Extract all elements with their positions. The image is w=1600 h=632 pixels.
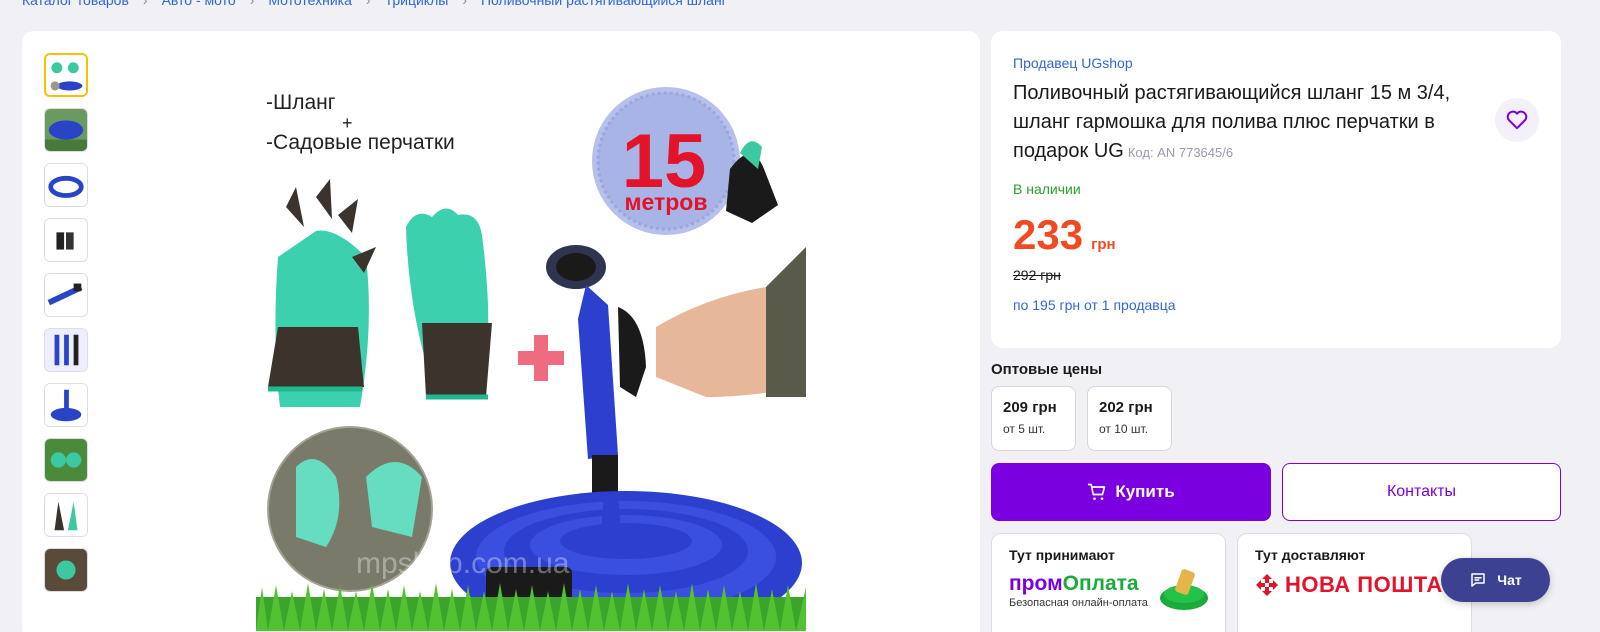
breadcrumb-item[interactable]: Поливочный растягивающийся шланг — [481, 0, 727, 8]
buy-button[interactable]: Купить — [991, 463, 1271, 521]
product-gallery: -Шланг + -Садовые перчатки 15 метров mps… — [22, 31, 980, 632]
delivery-heading: Тут доставляют — [1255, 547, 1366, 563]
nova-poshta-text: НОВА ПОШТА — [1285, 572, 1443, 597]
breadcrumb-item[interactable]: Трициклы — [385, 0, 449, 8]
price-value: 233 — [1013, 211, 1084, 258]
wholesale-tier-qty: от 10 шт. — [1099, 422, 1149, 436]
payment-heading: Тут принимают — [1009, 547, 1115, 563]
thumbnail-10[interactable] — [44, 548, 88, 592]
image-text-plus: + — [342, 113, 353, 133]
cart-icon — [1088, 483, 1106, 500]
nova-poshta-logo: НОВА ПОШТА — [1255, 572, 1454, 598]
thumbnail-8[interactable] — [44, 438, 88, 482]
contacts-button-label: Контакты — [1386, 483, 1457, 500]
breadcrumb-separator-icon: › — [462, 0, 467, 8]
breadcrumb-item[interactable]: Авто - мото — [162, 0, 236, 8]
thumbnail-4[interactable] — [44, 218, 88, 262]
nova-poshta-icon — [1256, 574, 1278, 596]
wholesale-tier-price: 202 грн — [1099, 399, 1153, 416]
promo-price-link[interactable]: по 195 грн от 1 продавца — [1013, 297, 1176, 313]
wholesale-tier-qty: от 5 шт. — [1003, 422, 1046, 436]
thumbnail-3[interactable] — [44, 163, 88, 207]
coin-icon — [1160, 569, 1208, 610]
thumbnail-list — [44, 53, 88, 592]
thumbnail-7[interactable] — [44, 383, 88, 427]
payment-card[interactable]: Тут принимают промОплата Безопасная онла… — [991, 533, 1226, 632]
chat-icon — [1471, 573, 1485, 587]
heart-icon — [1506, 110, 1528, 130]
length-badge: 15 метров — [592, 87, 740, 235]
breadcrumb-item[interactable]: Каталог товаров — [22, 0, 129, 8]
breadcrumb-separator-icon: › — [142, 0, 148, 8]
breadcrumb-separator-icon: › — [365, 0, 371, 8]
favorite-button[interactable] — [1495, 98, 1539, 142]
thumbnail-5[interactable] — [44, 273, 88, 317]
thumbnail-2[interactable] — [44, 108, 88, 152]
main-product-image[interactable]: -Шланг + -Садовые перчатки 15 метров mps… — [256, 57, 806, 632]
availability-status: В наличии — [1013, 181, 1081, 197]
contacts-button[interactable]: Контакты — [1282, 463, 1561, 521]
wholesale-tier[interactable]: 209 грн от 5 шт. — [991, 386, 1076, 451]
price-currency: грн — [1091, 236, 1116, 253]
seller-link[interactable]: Продавец UGshop — [1013, 55, 1133, 71]
badge-word: метров — [624, 189, 707, 215]
delivery-card[interactable]: Тут доставляют НОВА ПОШТА — [1237, 533, 1472, 632]
thumbnail-6[interactable] — [44, 328, 88, 372]
wholesale-title: Оптовые цены — [991, 361, 1103, 378]
product-info-card: Продавец UGshop Поливочный растягивающий… — [991, 31, 1561, 348]
image-text-hose: -Шланг — [266, 91, 336, 114]
chat-button-label: Чат — [1497, 572, 1522, 588]
current-price: 233 грн — [1013, 211, 1116, 259]
wholesale-tier-price: 209 грн — [1003, 399, 1057, 416]
product-code: Код: AN 773645/6 — [1127, 145, 1234, 160]
image-watermark: mpshop.com.ua — [356, 547, 570, 580]
breadcrumb-separator-icon: › — [249, 0, 255, 8]
breadcrumb-item[interactable]: Мототехника — [268, 0, 352, 8]
prom-logo-part1: пром — [1009, 572, 1063, 595]
thumbnail-9[interactable] — [44, 493, 88, 537]
image-text-gloves: -Садовые перчатки — [266, 131, 455, 154]
product-title: Поливочный растягивающийся шланг 15 м 3/… — [1013, 79, 1483, 167]
old-price: 292 грн — [1013, 267, 1061, 283]
wholesale-tier[interactable]: 202 грн от 10 шт. — [1087, 386, 1172, 451]
thumbnail-1[interactable] — [44, 53, 88, 97]
buy-button-label: Купить — [1115, 482, 1175, 501]
chat-button[interactable]: Чат — [1441, 558, 1550, 602]
prom-logo-part2: Оплата — [1062, 572, 1139, 595]
breadcrumb: Каталог товаров › Авто - мото › Мототехн… — [22, 0, 727, 8]
